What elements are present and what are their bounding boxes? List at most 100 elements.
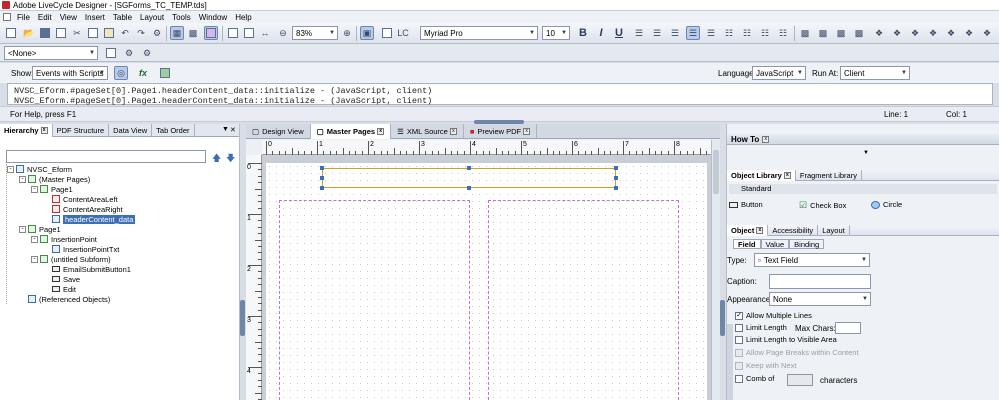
library-item-checkbox[interactable]: ☑ Check Box [799,200,846,211]
menu-window[interactable]: Window [196,13,232,22]
tree-node[interactable]: - (untitled Subform) [7,254,236,264]
align-center-icon[interactable]: ☰ [650,26,664,40]
tab-tab-order[interactable]: Tab Order [152,124,195,137]
new-icon[interactable] [4,26,18,40]
distribute-icon[interactable]: ☷ [776,26,790,40]
fx-button[interactable]: fx [136,66,150,80]
panel-close-icon[interactable]: ✕ [230,126,236,134]
menu-edit[interactable]: Edit [35,13,57,22]
undo-icon[interactable]: ↶ [118,26,132,40]
vertical-scrollbar[interactable] [711,140,720,400]
caption-input[interactable] [769,274,871,289]
valign-bottom-icon[interactable]: ☷ [758,26,772,40]
tab-preview-pdf[interactable]: ■ Preview PDF x [464,124,538,139]
backward-icon[interactable]: ❖ [962,26,976,40]
tab-fragment-library[interactable]: Fragment Library [796,169,862,181]
menu-table[interactable]: Table [110,13,137,22]
align-objects-left-icon[interactable]: ▩ [798,26,812,40]
comb-input[interactable] [787,374,813,386]
standard-section[interactable]: Standard [729,184,997,194]
align-objects-bottom-icon[interactable]: ▩ [852,26,866,40]
checkbox[interactable] [735,361,743,370]
ungroup-icon[interactable]: ❖ [890,26,904,40]
new-master-icon[interactable] [104,46,118,60]
content-area-left[interactable] [279,200,470,400]
checkbox[interactable] [735,335,743,344]
tab-value[interactable]: Value [760,239,790,249]
object-icon[interactable] [380,26,394,40]
option-row[interactable]: Keep with Next [735,361,796,370]
fit-width-icon[interactable] [242,26,256,40]
tab-design-view[interactable]: ▢ Design View [246,124,311,139]
italic-button[interactable]: I [594,26,608,40]
layout-icon[interactable] [204,26,218,40]
forward-icon[interactable]: ❖ [944,26,958,40]
show-select[interactable]: Events with Scripts ▼ [32,66,108,80]
checkbox[interactable] [735,323,743,332]
align-right-icon[interactable]: ☰ [668,26,682,40]
library-item-button[interactable]: Button [729,200,763,209]
expand-icon[interactable]: - [31,185,38,193]
expand-icon[interactable]: - [19,225,26,233]
grid-dots-icon[interactable]: ▩ [186,26,200,40]
expand-icon[interactable]: - [19,175,26,183]
more-icon[interactable]: ❖ [980,26,994,40]
redo-icon[interactable]: ↷ [134,26,148,40]
tab-accessibility[interactable]: Accessibility [768,224,819,236]
tree-node[interactable]: ContentAreaRight [7,204,236,214]
font-select[interactable]: Myriad Pro ▼ [420,26,538,40]
tree-node[interactable]: (Referenced Objects) [7,294,236,304]
type-select[interactable]: ▫ Text Field ▼ [754,253,870,267]
save-icon[interactable] [38,26,52,40]
option-row[interactable]: Comb of [735,374,774,383]
document-icon[interactable] [3,13,11,21]
menu-tools[interactable]: Tools [169,13,196,22]
tree-node[interactable]: Edit [7,284,236,294]
close-icon[interactable]: x [449,128,457,135]
send-back-icon[interactable]: ❖ [926,26,940,40]
tree-node[interactable]: Save [7,274,236,284]
menu-view[interactable]: View [57,13,82,22]
close-icon[interactable]: x [762,135,770,143]
tab-layout[interactable]: Layout [818,224,850,236]
add-master-icon[interactable]: ⚙ [122,46,136,60]
underline-button[interactable]: U [612,26,626,40]
right-splitter-handle[interactable] [720,300,725,336]
close-icon[interactable]: x [40,127,48,134]
tree-node[interactable]: EmailSubmitButton1 [7,264,236,274]
paste-icon[interactable] [102,26,116,40]
checkbox[interactable] [735,348,743,357]
library-item-circle[interactable]: Circle [871,200,902,209]
align-left-icon[interactable]: ☰ [632,26,646,40]
print-icon[interactable] [54,26,68,40]
group-icon[interactable]: ❖ [872,26,886,40]
fit-page-icon[interactable]: ↔ [258,26,272,40]
option-row[interactable]: Limit Length [735,323,787,332]
tab-xml-source[interactable]: ☰ XML Source x [391,124,464,139]
max-chars-input[interactable] [835,322,861,334]
tab-hierarchy[interactable]: Hierarchy x [0,124,53,137]
menu-file[interactable]: File [14,13,35,22]
selection-handle[interactable] [320,176,324,180]
selection-handle[interactable] [467,186,471,190]
runat-select[interactable]: Client ▼ [840,66,910,80]
check-syntax-icon[interactable] [158,66,172,80]
panel-menu-icon[interactable]: ▼ [222,126,229,133]
bring-front-icon[interactable]: ❖ [908,26,922,40]
tab-master-pages[interactable]: ▢ Master Pages x [310,124,392,139]
script-editor[interactable]: NVSC_Eform.#pageSet[0].Page1.headerConte… [7,83,993,106]
language-select[interactable]: JavaScript ▼ [752,66,806,80]
tab-pdf-structure[interactable]: PDF Structure [53,124,110,137]
selection-handle[interactable] [467,166,471,170]
hierarchy-search-input[interactable] [6,150,206,163]
zoom-out-icon[interactable]: ⊖ [276,26,290,40]
tab-binding[interactable]: Binding [789,239,825,249]
align-justify-all-icon[interactable]: ☰ [704,26,718,40]
copy-icon[interactable] [86,26,100,40]
tree-node[interactable]: ContentAreaLeft [7,194,236,204]
cut-icon[interactable]: ✂ [70,26,84,40]
page-icon[interactable] [226,26,240,40]
tree-node[interactable]: - InsertionPoint [7,234,236,244]
zoom-in-icon[interactable]: ⊕ [340,26,354,40]
close-icon[interactable]: x [523,128,531,135]
